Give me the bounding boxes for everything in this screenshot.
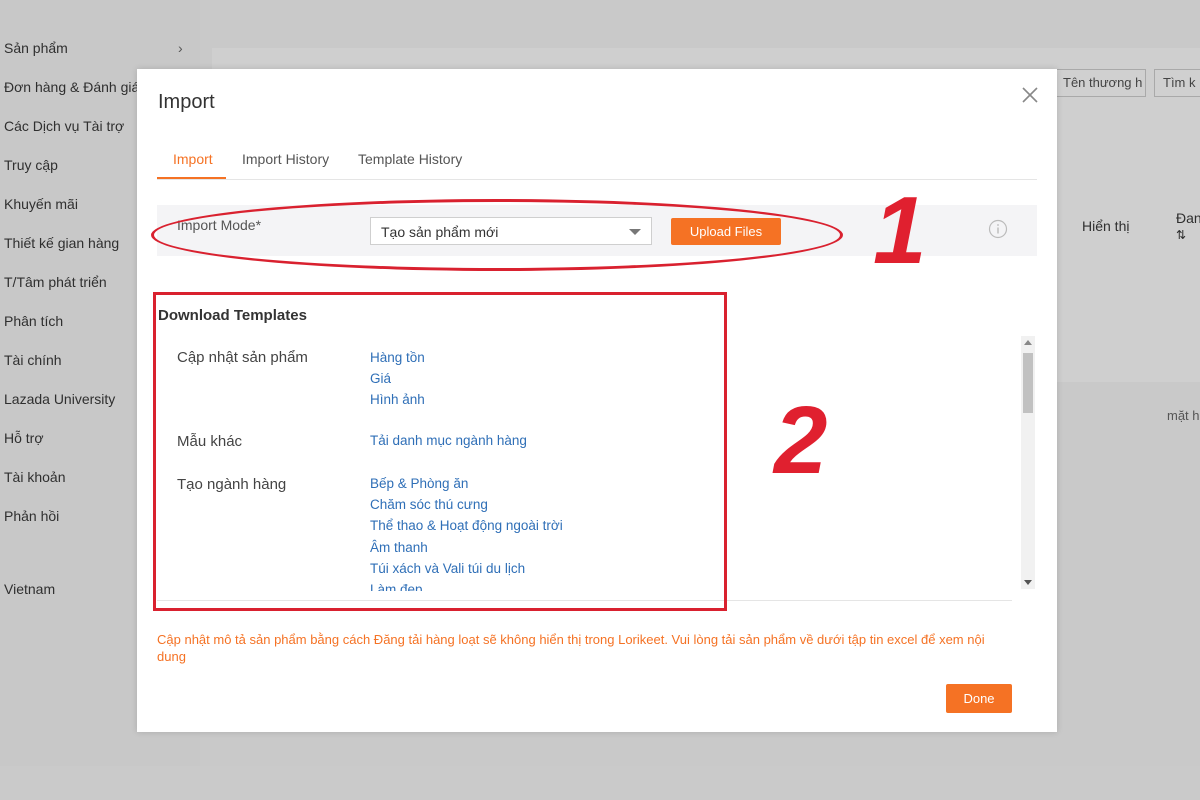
import-mode-value: Tạo sản phẩm mới [381, 224, 499, 240]
sort-icon[interactable]: ⇅ [1176, 228, 1186, 242]
tab-import-history[interactable]: Import History [242, 151, 329, 167]
sidebar-item-support[interactable]: Hỗ trợ [4, 430, 44, 446]
sidebar-item-university[interactable]: Lazada University [4, 391, 115, 407]
template-link-images[interactable]: Hình ảnh [370, 392, 425, 407]
import-mode-label: Import Mode* [177, 217, 262, 233]
column-header-status: Đan [1176, 210, 1200, 226]
dialog-title: Import [158, 91, 215, 113]
scroll-up-arrow-icon[interactable] [1024, 340, 1032, 345]
sidebar-item-sponsored[interactable]: Các Dịch vụ Tài trợ [4, 118, 124, 134]
background-text: mặt h [1167, 408, 1200, 423]
chevron-down-icon [629, 229, 641, 235]
sidebar-item-store-design[interactable]: Thiết kế gian hàng [4, 235, 119, 251]
sidebar-item-access[interactable]: Truy cập [4, 157, 58, 173]
template-link-beauty[interactable]: Làm đẹp [370, 582, 423, 591]
category-update-products: Cập nhật sản phẩm [177, 349, 308, 366]
category-create-category: Tạo ngành hàng [177, 476, 287, 493]
info-icon[interactable] [988, 219, 1008, 239]
sidebar-item-finance[interactable]: Tài chính [4, 352, 62, 368]
active-tab-indicator [157, 177, 226, 179]
template-link-category-list[interactable]: Tải danh mục ngành hàng [370, 433, 527, 448]
template-link-bags[interactable]: Túi xách và Vali túi du lịch [370, 561, 525, 576]
notice-text: Cập nhật mô tả sản phẩm bằng cách Đăng t… [157, 632, 985, 664]
search-button[interactable]: Tìm k [1154, 69, 1200, 97]
divider [157, 600, 1012, 601]
tab-import[interactable]: Import [173, 151, 213, 167]
annotation-number-1: 1 [873, 177, 927, 284]
footer-band [0, 766, 1200, 800]
sidebar-item-promotions[interactable]: Khuyến mãi [4, 196, 78, 212]
sidebar-item-analytics[interactable]: Phân tích [4, 313, 63, 329]
template-link-kitchen[interactable]: Bếp & Phòng ăn [370, 476, 468, 491]
sidebar-item-growth-center[interactable]: T/Tâm phát triển [4, 274, 107, 290]
upload-files-button[interactable]: Upload Files [671, 218, 781, 245]
category-other-templates: Mẫu khác [177, 433, 243, 450]
scroll-down-arrow-icon[interactable] [1024, 580, 1032, 585]
template-link-inventory[interactable]: Hàng tồn [370, 350, 425, 365]
template-link-audio[interactable]: Âm thanh [370, 540, 428, 555]
product-name-search-input[interactable]: Tên thương h [1054, 69, 1146, 97]
sidebar-item-account[interactable]: Tài khoản [4, 469, 65, 485]
template-link-pet-care[interactable]: Chăm sóc thú cưng [370, 497, 488, 512]
tab-template-history[interactable]: Template History [358, 151, 462, 167]
download-templates-heading: Download Templates [158, 307, 307, 324]
import-mode-select[interactable]: Tạo sản phẩm mới [370, 217, 652, 245]
download-templates-list: Cập nhật sản phẩm Hàng tồn Giá Hình ảnh … [157, 335, 1032, 591]
sidebar-item-products[interactable]: Sản phẩm [4, 40, 68, 56]
sidebar-item-feedback[interactable]: Phản hồi [4, 508, 59, 524]
template-link-price[interactable]: Giá [370, 371, 391, 386]
column-header-display: Hiển thị [1082, 218, 1130, 234]
templates-scrollbar[interactable] [1021, 336, 1035, 589]
template-link-sports[interactable]: Thể thao & Hoạt động ngoài trời [370, 518, 563, 533]
chevron-right-icon[interactable]: › [178, 40, 183, 56]
done-button[interactable]: Done [946, 684, 1012, 713]
region-label[interactable]: Vietnam [4, 581, 55, 597]
import-dialog: Import Import Import History Template Hi… [137, 69, 1057, 732]
scroll-thumb[interactable] [1023, 353, 1033, 413]
close-icon[interactable] [1020, 85, 1040, 105]
annotation-number-2: 2 [774, 387, 828, 494]
sidebar-item-orders[interactable]: Đơn hàng & Đánh giá [4, 79, 139, 95]
